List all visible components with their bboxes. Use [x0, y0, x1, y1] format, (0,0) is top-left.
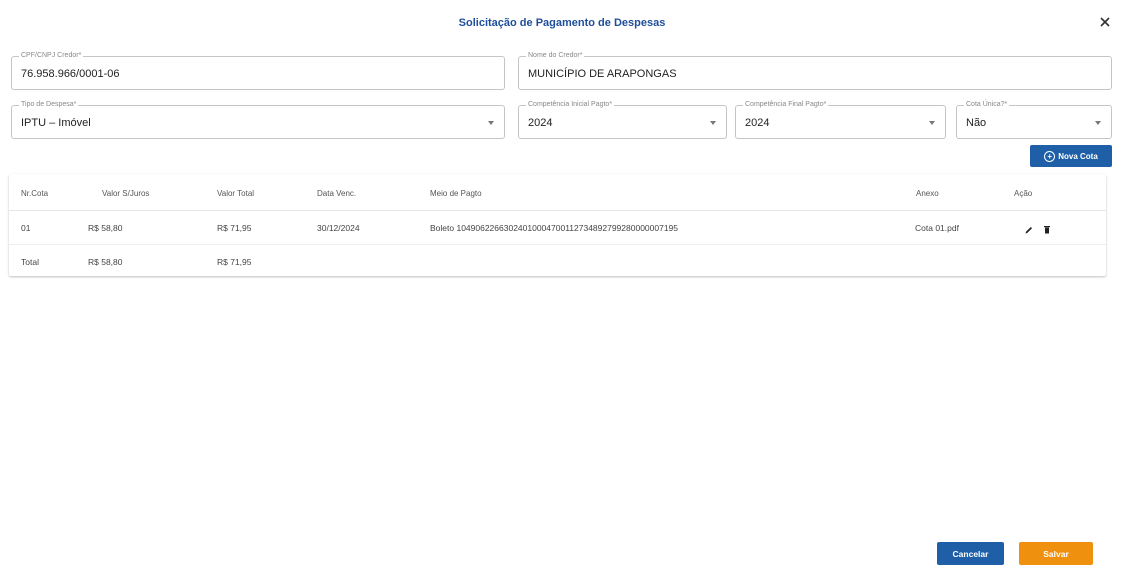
cell-anexo[interactable]: Cota 01.pdf [915, 223, 959, 233]
nome-credor-value: MUNICÍPIO DE ARAPONGAS [528, 68, 677, 80]
cota-unica-label: Cota Única?* [964, 100, 1010, 110]
table-total-row: Total R$ 58,80 R$ 71,95 [9, 244, 1106, 278]
header-nr-cota: Nr.Cota [21, 189, 49, 198]
competencia-inicial-select[interactable]: Competência Inicial Pagto* 2024 [518, 100, 727, 139]
cota-unica-value: Não [966, 117, 987, 129]
cell-valor-sem-juros: R$ 58,80 [88, 223, 123, 233]
nome-credor-label: Nome do Credor* [526, 51, 585, 61]
chevron-down-icon [710, 121, 716, 125]
header-meio-pagto: Meio de Pagto [430, 189, 482, 198]
competencia-final-value: 2024 [745, 117, 770, 129]
pencil-icon[interactable] [1024, 222, 1034, 240]
nome-credor-field[interactable]: Nome do Credor* MUNICÍPIO DE ARAPONGAS [518, 51, 1112, 90]
chevron-down-icon [929, 121, 935, 125]
header-acao: Ação [1014, 189, 1033, 198]
cell-valor-total: R$ 71,95 [217, 223, 252, 233]
chevron-down-icon [488, 121, 494, 125]
total-valor-total: R$ 71,95 [217, 257, 252, 267]
salvar-button[interactable]: Salvar [1019, 542, 1093, 565]
cell-data-venc: 30/12/2024 [317, 223, 360, 233]
dialog-title: Solicitação de Pagamento de Despesas [458, 17, 666, 29]
competencia-inicial-label: Competência Inicial Pagto* [526, 100, 615, 110]
cpf-cnpj-label: CPF/CNPJ Credor* [19, 51, 84, 61]
nova-cota-label: Nova Cota [1058, 151, 1098, 161]
cota-unica-select[interactable]: Cota Única?* Não [956, 100, 1112, 139]
add-circle-icon: + [1044, 150, 1056, 162]
competencia-inicial-value: 2024 [528, 117, 553, 129]
total-valor-sem-juros: R$ 58,80 [88, 257, 123, 267]
chevron-down-icon [1095, 121, 1101, 125]
total-label: Total [21, 257, 39, 267]
header-anexo: Anexo [916, 189, 939, 198]
header-data-venc: Data Venc. [317, 189, 357, 198]
competencia-final-select[interactable]: Competência Final Pagto* 2024 [735, 100, 946, 139]
trash-icon[interactable] [1043, 222, 1051, 240]
cotas-table: Nr.Cota Valor S/Juros Valor Total Data V… [9, 174, 1106, 276]
nova-cota-button[interactable]: + Nova Cota [1030, 145, 1112, 167]
tipo-despesa-select[interactable]: Tipo de Despesa* IPTU – Imóvel [11, 100, 505, 139]
cancelar-button[interactable]: Cancelar [937, 542, 1004, 565]
tipo-despesa-value: IPTU – Imóvel [21, 117, 91, 129]
competencia-final-label: Competência Final Pagto* [743, 100, 829, 110]
cell-nr-cota: 01 [21, 223, 31, 233]
cell-meio-pagto: Boleto 104906226630240100047001127348927… [430, 223, 679, 233]
table-row: 01 R$ 58,80 R$ 71,95 30/12/2024 Boleto 1… [9, 210, 1106, 245]
cpf-cnpj-value: 76.958.966/0001-06 [21, 68, 120, 80]
header-valor-total: Valor Total [217, 189, 255, 198]
cpf-cnpj-field[interactable]: CPF/CNPJ Credor* 76.958.966/0001-06 [11, 51, 505, 90]
tipo-despesa-label: Tipo de Despesa* [19, 100, 79, 110]
close-icon[interactable] [1096, 13, 1114, 31]
table-header-row: Nr.Cota Valor S/Juros Valor Total Data V… [9, 176, 1106, 211]
header-valor-sem-juros: Valor S/Juros [102, 189, 150, 198]
